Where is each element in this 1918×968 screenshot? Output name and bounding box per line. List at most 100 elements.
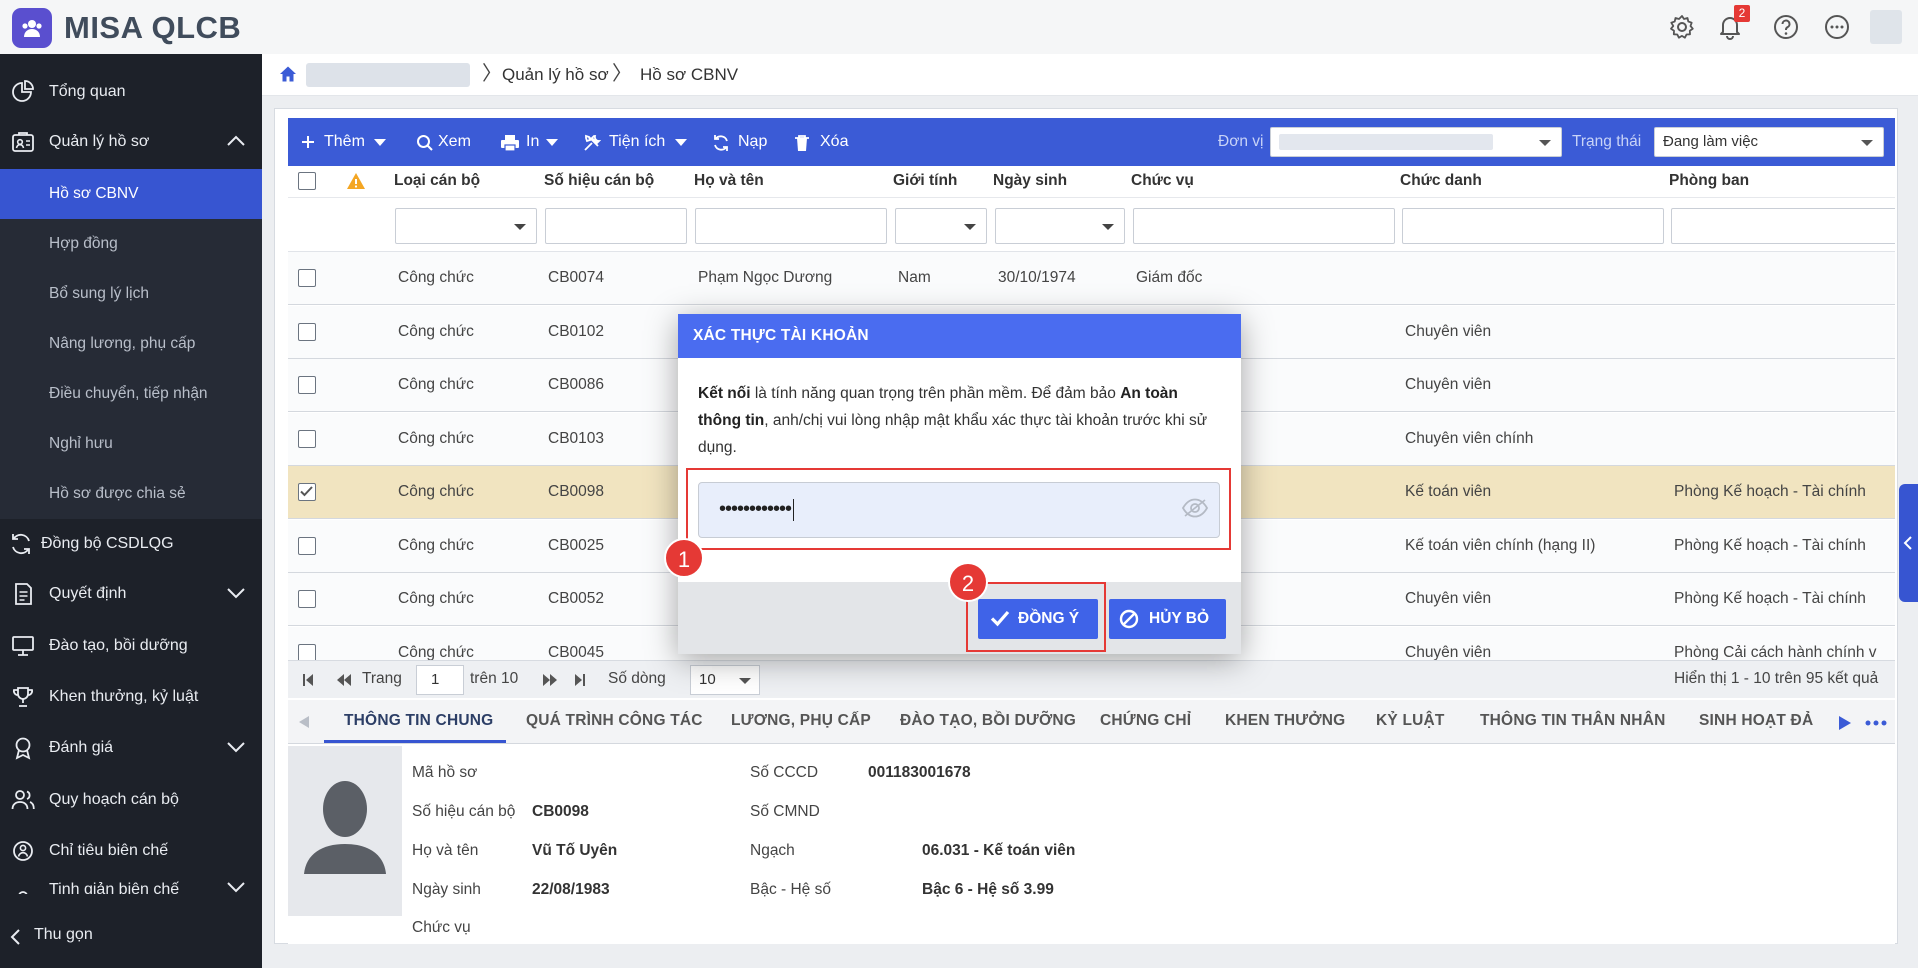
tab-work-history[interactable]: QUÁ TRÌNH CÔNG TÁC	[526, 712, 703, 730]
cell-dept: Phòng Kế hoạch - Tài chính	[1674, 536, 1866, 554]
prev-page-icon[interactable]	[336, 673, 352, 687]
tab-relatives[interactable]: THÔNG TIN THÂN NHÂN	[1480, 712, 1665, 730]
tab-rewards[interactable]: KHEN THƯỞNG	[1225, 712, 1345, 730]
home-icon[interactable]	[278, 64, 298, 84]
chevron-up-icon[interactable]	[226, 134, 246, 148]
delete-button[interactable]: Xóa	[794, 118, 850, 166]
table-row[interactable]: Công chức CB0074 Phạm Ngọc Dương Nam 30/10/1…	[288, 252, 1895, 305]
next-page-icon[interactable]	[542, 673, 558, 687]
sidebar-item-profile-management[interactable]: Quản lý hồ sơ	[0, 117, 262, 167]
column-header[interactable]: Giới tính	[893, 172, 957, 190]
confirm-button[interactable]: ĐỒNG Ý	[978, 599, 1098, 639]
tab-scroll-right-icon[interactable]	[1838, 715, 1852, 731]
utility-button[interactable]: Tiện ích	[583, 118, 687, 166]
sidebar-sub-ho-so-cbnv[interactable]: Hồ sơ CBNV	[0, 169, 262, 219]
rows-per-page-select[interactable]: 10	[690, 665, 760, 695]
row-checkbox[interactable]	[298, 643, 316, 660]
printer-icon	[501, 135, 519, 152]
eye-icon[interactable]	[1182, 498, 1208, 518]
sidebar-sub-nang-luong[interactable]: Nâng lương, phụ cấp	[0, 319, 262, 369]
side-panel-toggle[interactable]	[1899, 484, 1918, 602]
sidebar-sub-dieu-chuyen[interactable]: Điều chuyển, tiếp nhận	[0, 369, 262, 419]
last-page-icon[interactable]	[574, 673, 586, 687]
filter-dob-select[interactable]	[995, 208, 1125, 244]
tab-certificates[interactable]: CHỨNG CHỈ	[1100, 712, 1191, 730]
select-all-checkbox[interactable]	[298, 172, 316, 190]
collapse-sidebar-button[interactable]: Thu gọn	[0, 906, 262, 968]
view-button[interactable]: Xem	[416, 118, 476, 166]
cancel-button[interactable]: HỦY BỎ	[1109, 599, 1226, 639]
sidebar-item-staff-quota[interactable]: Chỉ tiêu biên chế	[0, 826, 262, 876]
unit-select[interactable]	[1270, 127, 1562, 157]
sidebar-sub-ho-so-chia-se[interactable]: Hồ sơ được chia sẻ	[0, 469, 262, 519]
tab-scroll-left-icon[interactable]	[298, 715, 310, 729]
gear-icon[interactable]	[1668, 13, 1696, 41]
sidebar-sub-nghi-huu[interactable]: Nghỉ hưu	[0, 419, 262, 469]
sidebar-item-label: Tổng quan	[49, 83, 126, 100]
column-header[interactable]: Chức vụ	[1131, 172, 1194, 190]
column-header[interactable]: Phòng ban	[1669, 172, 1749, 190]
sidebar: Tổng quan Quản lý hồ sơ Hồ sơ CBNV Hợp đ…	[0, 54, 262, 968]
value-cccd: 001183001678	[868, 764, 971, 781]
sidebar-item-planning[interactable]: Quy hoạch cán bộ	[0, 775, 262, 825]
value-full-name: Vũ Tố Uyên	[532, 842, 618, 859]
filter-gender-select[interactable]	[895, 208, 987, 244]
chevron-down-icon[interactable]	[226, 740, 246, 754]
cell-type: Công chức	[398, 376, 474, 393]
password-input[interactable]: ••••••••••••	[698, 482, 1220, 538]
sidebar-item-decisions[interactable]: Quyết định	[0, 569, 262, 619]
sidebar-item-rewards[interactable]: Khen thưởng, kỷ luật	[0, 672, 262, 722]
profile-photo[interactable]	[288, 746, 402, 916]
sidebar-sub-bo-sung-ly-lich[interactable]: Bổ sung lý lịch	[0, 269, 262, 319]
row-checkbox[interactable]	[298, 322, 316, 341]
page-input[interactable]: 1	[416, 665, 464, 695]
column-header[interactable]: Chức danh	[1400, 172, 1482, 190]
load-button[interactable]: Nạp	[712, 118, 768, 166]
row-checkbox[interactable]	[298, 536, 316, 555]
filter-dept-input[interactable]	[1671, 208, 1895, 244]
row-checkbox[interactable]	[298, 590, 316, 608]
sidebar-item-training[interactable]: Đào tạo, bồi dưỡng	[0, 621, 262, 671]
print-button[interactable]: In	[500, 118, 558, 166]
row-checkbox[interactable]	[298, 429, 316, 448]
row-checkbox[interactable]	[298, 269, 316, 287]
filter-code-input[interactable]	[545, 208, 687, 244]
sidebar-item-overview[interactable]: Tổng quan	[0, 67, 262, 117]
verify-account-dialog: XÁC THỰC TÀI KHOẢN Kết nối là tính năng …	[664, 314, 1241, 654]
sidebar-sub-hop-dong[interactable]: Hợp đồng	[0, 219, 262, 269]
chevron-down-icon[interactable]	[226, 586, 246, 600]
sidebar-item-evaluation[interactable]: Đánh giá	[0, 723, 262, 773]
column-header[interactable]: Loại cán bộ	[394, 172, 480, 190]
more-tabs-icon[interactable]	[1865, 720, 1887, 726]
folder-profile-icon	[12, 132, 34, 152]
sidebar-item-streamlining[interactable]: Tinh giản biên chế	[0, 876, 262, 894]
first-page-icon[interactable]	[302, 673, 314, 687]
filter-name-input[interactable]	[695, 208, 887, 244]
more-icon[interactable]	[1823, 13, 1851, 41]
tab-training[interactable]: ĐÀO TẠO, BỒI DƯỠNG	[900, 712, 1076, 730]
status-select[interactable]: Đang làm việc	[1654, 127, 1884, 157]
filter-position-input[interactable]	[1133, 208, 1395, 244]
chevron-down-icon[interactable]	[226, 880, 246, 894]
add-button[interactable]: Thêm	[300, 118, 386, 166]
filter-title-input[interactable]	[1402, 208, 1664, 244]
row-checkbox-checked[interactable]	[298, 483, 316, 501]
row-checkbox[interactable]	[298, 376, 316, 394]
breadcrumb-unit[interactable]	[306, 63, 470, 87]
tab-salary[interactable]: LƯƠNG, PHỤ CẤP	[731, 712, 871, 730]
help-icon[interactable]	[1772, 13, 1800, 41]
pie-chart-icon	[12, 80, 34, 102]
column-header[interactable]: Số hiệu cán bộ	[544, 172, 654, 190]
tab-general-info[interactable]: THÔNG TIN CHUNG	[344, 712, 493, 730]
column-header[interactable]: Họ và tên	[694, 172, 764, 190]
column-header[interactable]: Ngày sinh	[993, 172, 1067, 190]
sidebar-item-sync[interactable]: Đồng bộ CSDLQG	[0, 519, 262, 569]
filter-type-select[interactable]	[395, 208, 537, 244]
caret-down-icon	[675, 139, 687, 146]
app-logo-icon[interactable]	[12, 8, 52, 48]
detail-panel: Mã hồ sơ Số hiệu cán bộ CB0098 Họ và tên…	[288, 746, 1895, 944]
breadcrumb-item[interactable]: Quản lý hồ sơ	[502, 64, 609, 86]
tab-discipline[interactable]: KỶ LUẬT	[1376, 712, 1445, 730]
tab-party-activity[interactable]: SINH HOẠT ĐẢ	[1699, 712, 1813, 730]
user-avatar[interactable]	[1870, 10, 1902, 44]
